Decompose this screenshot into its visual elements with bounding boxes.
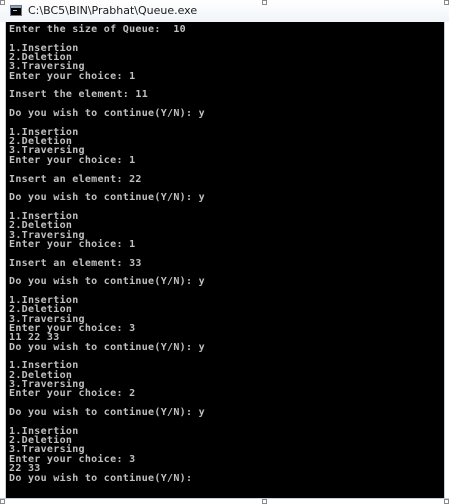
console-line: Do you wish to continue(Y/N): [9, 472, 193, 484]
resize-handle-top-right[interactable] [444, 0, 449, 5]
console-app-icon [10, 5, 22, 16]
console-line: Do you wish to continue(Y/N): y [9, 108, 205, 120]
window-title: C:\BC5\BIN\Prabhat\Queue.exe [28, 4, 198, 17]
console-line: Enter your choice: 1 [9, 238, 136, 250]
console-line: Do you wish to continue(Y/N): y [9, 192, 205, 204]
window-bottom-border [0, 498, 449, 504]
console-line: Do you wish to continue(Y/N): y [9, 276, 205, 288]
window-right-border [444, 22, 449, 504]
console-line: Enter your choice: 1 [9, 70, 136, 82]
console-lines: Enter the size of Queue: 10 1.Insertion 2.… [9, 24, 205, 498]
console-line: Do you wish to continue(Y/N): y [9, 407, 205, 419]
console-line: Insert the element: 11 [9, 89, 149, 101]
console-line: Enter your choice: 1 [9, 154, 136, 166]
console-line: Insert an element: 33 [9, 257, 142, 269]
console-line: Do you wish to continue(Y/N): y [9, 341, 205, 353]
title-bar[interactable]: C:\BC5\BIN\Prabhat\Queue.exe [0, 0, 449, 23]
console-output-area[interactable]: Enter the size of Queue: 10 1.Insertion 2.… [6, 22, 444, 498]
resize-handle-bottom-right[interactable] [444, 499, 449, 504]
resize-handle-bottom-center[interactable] [262, 499, 267, 504]
resize-handle-bottom-left[interactable] [0, 499, 5, 504]
resize-handle-top-center[interactable] [262, 0, 267, 5]
console-line: Enter the size of Queue: 10 [9, 24, 186, 35]
resize-handle-top-left[interactable] [0, 0, 5, 5]
console-line: Enter your choice: 2 [9, 388, 136, 400]
console-line: Insert an element: 22 [9, 173, 142, 185]
console-window: C:\BC5\BIN\Prabhat\Queue.exe Enter the s… [0, 0, 449, 504]
